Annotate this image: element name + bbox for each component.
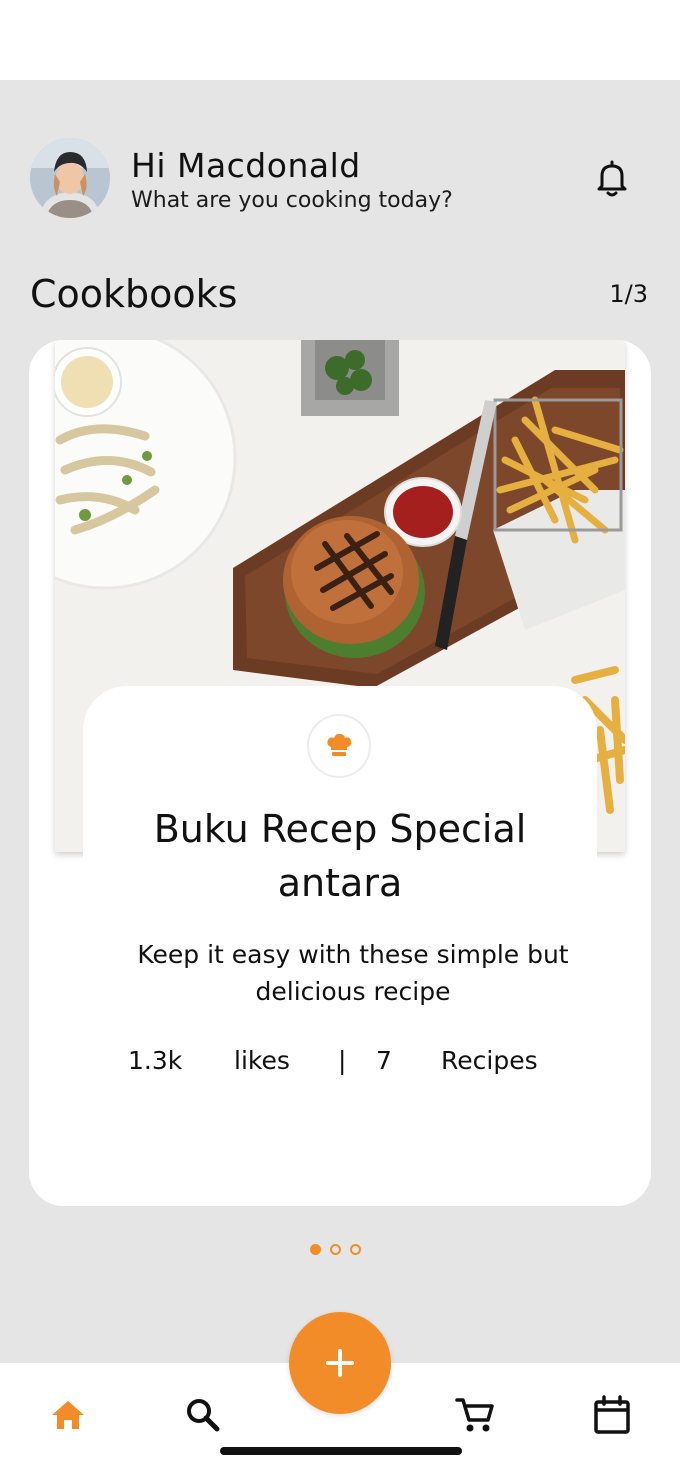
carousel-indicator (310, 1244, 361, 1256)
section-title: Cookbooks (30, 272, 238, 316)
home-indicator (220, 1447, 462, 1455)
carousel-dot[interactable] (330, 1244, 341, 1255)
greeting-header: Hi Macdonald What are you cooking today? (30, 138, 650, 218)
carousel-dot[interactable] (310, 1244, 321, 1255)
carousel-dot[interactable] (350, 1244, 361, 1255)
home-icon[interactable] (46, 1393, 90, 1437)
greeting-title: Hi Macdonald (131, 146, 361, 185)
add-button[interactable] (289, 1312, 391, 1414)
greeting-subtitle: What are you cooking today? (131, 188, 453, 213)
recipes-count: 7 (376, 1046, 392, 1075)
cookbook-title: Buku Recep Special antara (153, 807, 527, 905)
cookbook-description: Keep it easy with these simple but delic… (137, 940, 569, 1006)
page-counter: 1/3 (609, 280, 648, 308)
plus-icon (326, 1349, 354, 1377)
bell-icon[interactable] (590, 156, 634, 200)
calendar-icon[interactable] (590, 1393, 634, 1437)
likes-label: likes (234, 1046, 290, 1075)
cookbook-card[interactable]: Buku Recep Special antara Keep it easy w… (29, 340, 651, 1206)
status-bar (0, 0, 680, 80)
avatar[interactable] (30, 138, 110, 218)
cookbook-info: Buku Recep Special antara Keep it easy w… (83, 686, 597, 1206)
search-icon[interactable] (181, 1393, 225, 1437)
likes-count: 1.3k (128, 1046, 183, 1075)
cookbook-stats: 1.3k likes | 7 Recipes (83, 1046, 597, 1086)
home-screen: Hi Macdonald What are you cooking today?… (0, 80, 680, 1363)
stats-separator: | (338, 1046, 347, 1075)
recipes-label: Recipes (441, 1046, 538, 1075)
chef-hat-icon (307, 714, 371, 778)
cart-icon[interactable] (453, 1393, 497, 1437)
